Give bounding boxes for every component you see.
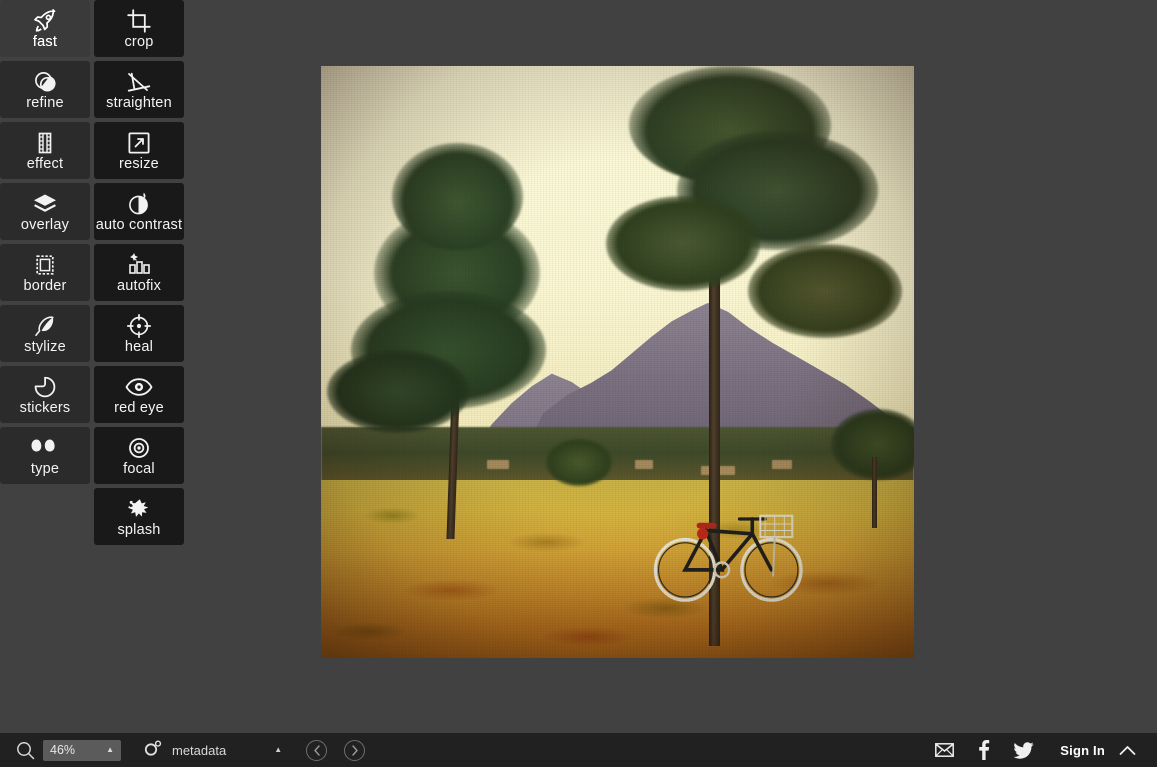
tool-button-label: overlay [20, 216, 70, 233]
tool-button-label: effect [26, 155, 64, 172]
straighten-icon [124, 69, 154, 95]
facebook-icon[interactable] [964, 733, 1004, 767]
tool-button-label: border [23, 277, 67, 294]
bottom-toolbar-left: 46% ▲ metadata ▲ [0, 733, 366, 767]
photo-tree-canopy-left [326, 350, 470, 434]
tool-button-red-eye[interactable]: red eye [94, 366, 184, 423]
photo-ground-texture [321, 480, 914, 658]
tool-button-label: straighten [106, 94, 172, 111]
refine-icon [30, 69, 60, 95]
tool-button-resize[interactable]: resize [94, 122, 184, 179]
photo-building [487, 459, 510, 469]
sticker-icon [30, 374, 60, 400]
tool-button-effect[interactable]: effect [0, 122, 90, 179]
zoom-level-value: 46% [50, 743, 76, 757]
film-strip-icon [30, 130, 60, 156]
layers-icon [30, 191, 60, 217]
bottom-toolbar: 46% ▲ metadata ▲ Sign In [0, 733, 1157, 767]
tool-button-border[interactable]: border [0, 244, 90, 301]
tool-button-crop[interactable]: crop [94, 0, 184, 57]
tool-button-label: stickers [19, 399, 71, 416]
tool-button-fast[interactable]: fast [0, 0, 90, 57]
photo-tree-canopy-right [605, 196, 760, 291]
tool-button-label: type [30, 460, 60, 477]
splash-icon [124, 496, 154, 522]
photo-bicycle [653, 501, 813, 608]
chevron-up-icon[interactable] [1111, 733, 1143, 767]
tool-button-label: crop [124, 33, 154, 50]
editor-canvas [185, 0, 1157, 733]
photo-shrub-trunk [872, 456, 878, 528]
rocket-icon [30, 8, 60, 34]
tool-button-label: red eye [114, 399, 164, 416]
tool-button-label: autofix [116, 277, 162, 294]
eye-icon [124, 374, 154, 400]
previous-image-button[interactable] [306, 739, 328, 761]
tool-button-refine[interactable]: refine [0, 61, 90, 118]
tool-button-label: heal [124, 338, 154, 355]
search-icon[interactable] [8, 733, 42, 767]
metadata-icon [143, 739, 163, 761]
chevron-up-icon: ▲ [274, 745, 283, 754]
photo-image [321, 66, 914, 658]
tool-button-heal[interactable]: heal [94, 305, 184, 362]
photo-editor-app: fast refine effect overlay border stylize stic… [0, 0, 1157, 767]
feather-icon [30, 313, 60, 339]
tool-button-stickers[interactable]: stickers [0, 366, 90, 423]
photo-building [635, 459, 654, 469]
twitter-icon[interactable] [1004, 733, 1044, 767]
tool-button-label: fast [32, 33, 58, 50]
photo-tree-canopy-right [747, 243, 903, 339]
tool-button-label: focal [123, 460, 155, 477]
frame-icon [30, 252, 60, 278]
tool-button-label: resize [119, 155, 159, 172]
tool-button-label: splash [117, 521, 161, 538]
autofix-icon [124, 252, 154, 278]
bottom-toolbar-right: Sign In [924, 733, 1157, 767]
next-image-button[interactable] [344, 739, 366, 761]
heal-icon [124, 313, 154, 339]
auto-contrast-icon [124, 191, 154, 217]
metadata-select[interactable]: metadata ▲ [143, 739, 283, 761]
tool-button-focal[interactable]: focal [94, 427, 184, 484]
tools-sidebar: fast refine effect overlay border stylize stic… [0, 0, 185, 733]
focal-icon [124, 435, 154, 461]
tool-button-stylize[interactable]: stylize [0, 305, 90, 362]
zoom-level-select[interactable]: 46% ▲ [43, 739, 121, 761]
resize-icon [124, 130, 154, 156]
quote-icon [30, 435, 60, 461]
tool-button-autofix[interactable]: autofix [94, 244, 184, 301]
tool-button-overlay[interactable]: overlay [0, 183, 90, 240]
chevron-up-icon: ▲ [106, 745, 114, 754]
tool-button-label: refine [26, 94, 64, 111]
tool-button-label: stylize [24, 338, 66, 355]
tool-button-type[interactable]: type [0, 427, 90, 484]
tools-column-right: crop straighten resize auto contrast autofix… [94, 0, 184, 549]
photo-tree-canopy-left [392, 142, 523, 250]
envelope-icon[interactable] [924, 733, 964, 767]
tool-button-splash[interactable]: splash [94, 488, 184, 545]
metadata-label: metadata [172, 742, 227, 758]
tool-button-auto-contrast[interactable]: auto contrast [94, 183, 184, 240]
photo-preview[interactable] [321, 66, 914, 658]
photo-shrub [546, 438, 612, 487]
photo-building [771, 459, 792, 469]
tool-button-straighten[interactable]: straighten [94, 61, 184, 118]
tool-button-label: auto contrast [95, 216, 183, 233]
sign-in-button[interactable]: Sign In [1060, 743, 1105, 758]
tools-column-left: fast refine effect overlay border stylize stic… [0, 0, 90, 488]
crop-icon [124, 8, 154, 34]
